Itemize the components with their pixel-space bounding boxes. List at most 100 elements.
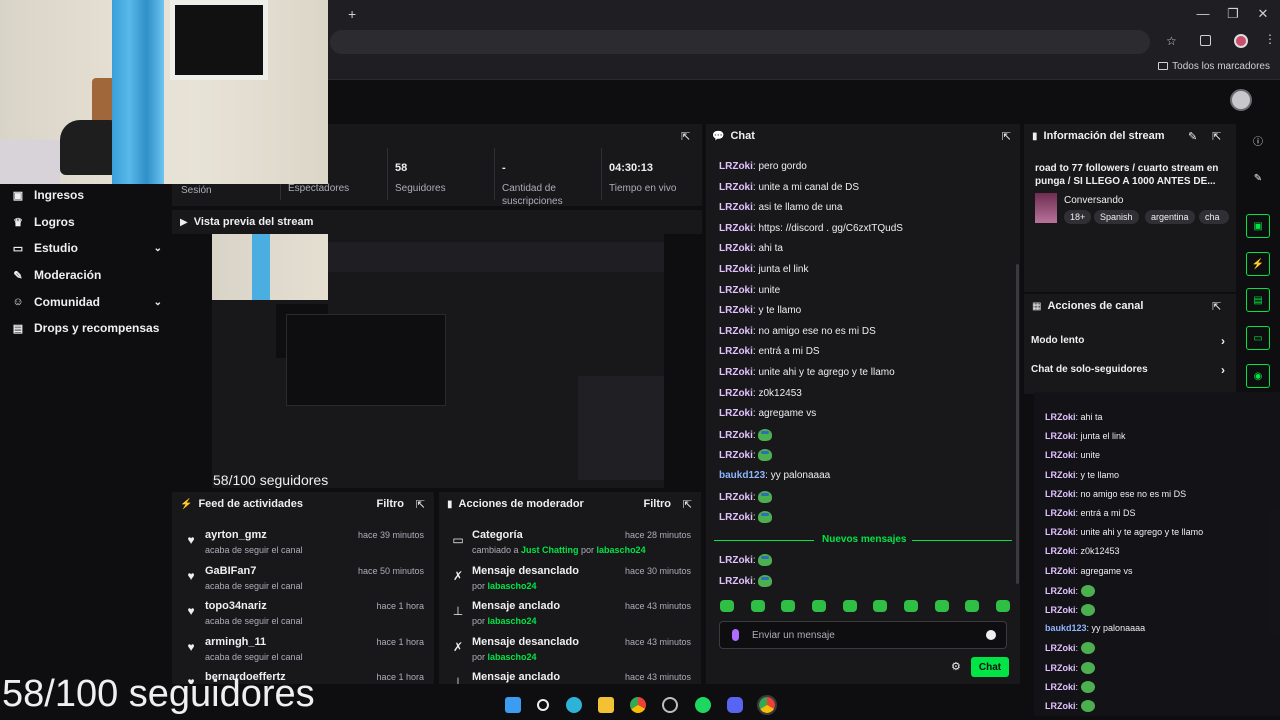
chat-username[interactable]: LRZoki (719, 223, 753, 234)
chat-username[interactable]: LRZoki (719, 161, 753, 172)
mod-filter-button[interactable]: Filtro (644, 498, 672, 510)
obs-icon[interactable] (662, 697, 679, 713)
chat-username[interactable]: LRZoki (719, 408, 753, 419)
chat-username[interactable]: LRZoki (719, 346, 753, 357)
chat-username[interactable]: LRZoki (719, 243, 753, 254)
mod-detail-user[interactable]: labascho24 (488, 652, 537, 662)
chat-username[interactable]: LRZoki (719, 512, 753, 523)
sidebar-item-comunidad[interactable]: ☺ Comunidad ⌄ (12, 291, 162, 313)
chat-username[interactable]: LRZoki (719, 202, 753, 213)
chat-username[interactable]: LRZoki (719, 285, 753, 296)
popout-icon[interactable]: ⇱ (1212, 130, 1221, 143)
all-bookmarks-button[interactable]: Todos los marcadores (1158, 61, 1270, 72)
profile-avatar[interactable] (1234, 34, 1248, 48)
lightning-icon[interactable]: ⚡ (1246, 252, 1270, 276)
emote-icon[interactable] (842, 600, 857, 612)
new-tab-button[interactable]: + (348, 6, 356, 22)
chat-username[interactable]: LRZoki (719, 576, 753, 587)
stream-tag[interactable]: Spanish (1094, 210, 1139, 224)
pencil-icon[interactable]: ✎ (1246, 166, 1270, 190)
sidebar-item-moderacion[interactable]: ✎ Moderación (12, 264, 162, 286)
screen-icon[interactable]: ▣ (1246, 214, 1270, 238)
emote-icon[interactable] (811, 600, 826, 612)
stream-tag[interactable]: argentina (1145, 210, 1195, 224)
chat-input[interactable] (752, 627, 972, 643)
mod-detail-user[interactable]: labascho24 (488, 616, 537, 626)
emote-icon[interactable] (903, 600, 918, 612)
edge-icon[interactable] (565, 697, 582, 713)
chat-username[interactable]: LRZoki (719, 450, 753, 461)
emote-picker-icon[interactable] (986, 630, 996, 640)
emote-icon[interactable] (781, 600, 796, 612)
stream-preview-video[interactable] (212, 234, 664, 488)
sidebar-item-estudio[interactable]: ▭ Estudio ⌄ (12, 237, 162, 259)
user-avatar[interactable] (1230, 89, 1252, 111)
stream-tag[interactable]: 18+ (1064, 210, 1092, 224)
activity-username[interactable]: topo34nariz (205, 600, 267, 612)
browser-menu-icon[interactable]: ⋮ (1264, 32, 1276, 46)
activity-username[interactable]: ayrton_gmz (205, 529, 267, 541)
broadcast-icon[interactable]: ◉ (1246, 364, 1270, 388)
chat-username[interactable]: LRZoki (719, 430, 753, 441)
address-bar[interactable] (330, 30, 1150, 54)
popout-icon[interactable]: ⇱ (681, 130, 690, 143)
chrome-active-icon[interactable] (757, 695, 777, 715)
extensions-icon[interactable] (1200, 35, 1211, 46)
chat-text: unite a mi canal de DS (758, 181, 860, 193)
followers-only-action[interactable]: Chat de solo-seguidores › (1031, 363, 1227, 377)
chat-username[interactable]: LRZoki (719, 555, 753, 566)
activity-username[interactable]: armingh_11 (205, 636, 266, 648)
stream-category[interactable]: Conversando (1064, 195, 1123, 206)
emote-icon[interactable] (873, 600, 888, 612)
slow-mode-action[interactable]: Modo lento › (1031, 334, 1227, 348)
chat-username[interactable]: baukd123 (719, 470, 765, 481)
search-icon[interactable] (537, 699, 550, 711)
chat-username[interactable]: LRZoki (719, 388, 753, 399)
chat-icon[interactable]: ▭ (1246, 326, 1270, 350)
chat-message: LRZoki: (719, 428, 773, 441)
chat-scrollbar[interactable] (1016, 264, 1019, 584)
sidebar-item-ingresos[interactable]: ▣ Ingresos (12, 184, 162, 206)
info-icon[interactable]: ⓘ (1246, 128, 1270, 152)
pepe-emote-icon (758, 428, 773, 441)
popout-icon[interactable]: ⇱ (416, 498, 425, 511)
stream-tag[interactable]: cha (1199, 210, 1229, 224)
mod-detail-user[interactable]: labascho24 (597, 545, 646, 555)
mod-detail-user[interactable]: labascho24 (488, 581, 537, 591)
emote-icon[interactable] (995, 600, 1010, 612)
file-explorer-icon[interactable] (597, 697, 614, 713)
chrome-icon[interactable] (630, 697, 646, 713)
chat-username[interactable]: LRZoki (719, 264, 753, 275)
popout-icon[interactable]: ⇱ (1212, 300, 1221, 313)
popout-icon[interactable]: ⇱ (1002, 130, 1011, 143)
minimize-button[interactable]: — (1188, 6, 1218, 21)
chat-username[interactable]: LRZoki (719, 367, 753, 378)
emote-icon[interactable] (750, 600, 765, 612)
close-window-button[interactable]: ✕ (1248, 6, 1278, 22)
spotify-icon[interactable] (694, 697, 711, 713)
discord-icon[interactable] (726, 697, 743, 713)
bits-icon[interactable] (732, 629, 739, 641)
category-thumbnail[interactable] (1035, 193, 1057, 223)
activity-username[interactable]: GaBIFan7 (205, 565, 256, 577)
chat-username[interactable]: LRZoki (719, 182, 753, 193)
sidebar-item-logros[interactable]: ♛ Logros (12, 211, 162, 233)
popout-icon[interactable]: ⇱ (683, 498, 692, 511)
emote-icon[interactable] (934, 600, 949, 612)
send-chat-button[interactable]: Chat (971, 657, 1009, 677)
chat-username[interactable]: LRZoki (719, 305, 753, 316)
mod-detail-category[interactable]: Just Chatting (521, 545, 579, 555)
activity-filter-button[interactable]: Filtro (377, 498, 405, 510)
emote-icon[interactable] (965, 600, 980, 612)
star-icon[interactable]: ☆ (1166, 34, 1177, 48)
clip-icon[interactable]: ▤ (1246, 288, 1270, 312)
chat-username[interactable]: LRZoki (719, 492, 753, 503)
chat-username[interactable]: LRZoki (719, 326, 753, 337)
maximize-button[interactable]: ❐ (1218, 6, 1248, 22)
sidebar-item-drops[interactable]: ▤ Drops y recompensas (12, 317, 162, 339)
edit-icon[interactable]: ✎ (1188, 130, 1197, 143)
gear-icon[interactable]: ⚙ (951, 660, 961, 673)
windows-start-icon[interactable] (505, 697, 521, 713)
pin-icon: ⊥ (452, 675, 464, 684)
emote-icon[interactable] (720, 600, 734, 612)
